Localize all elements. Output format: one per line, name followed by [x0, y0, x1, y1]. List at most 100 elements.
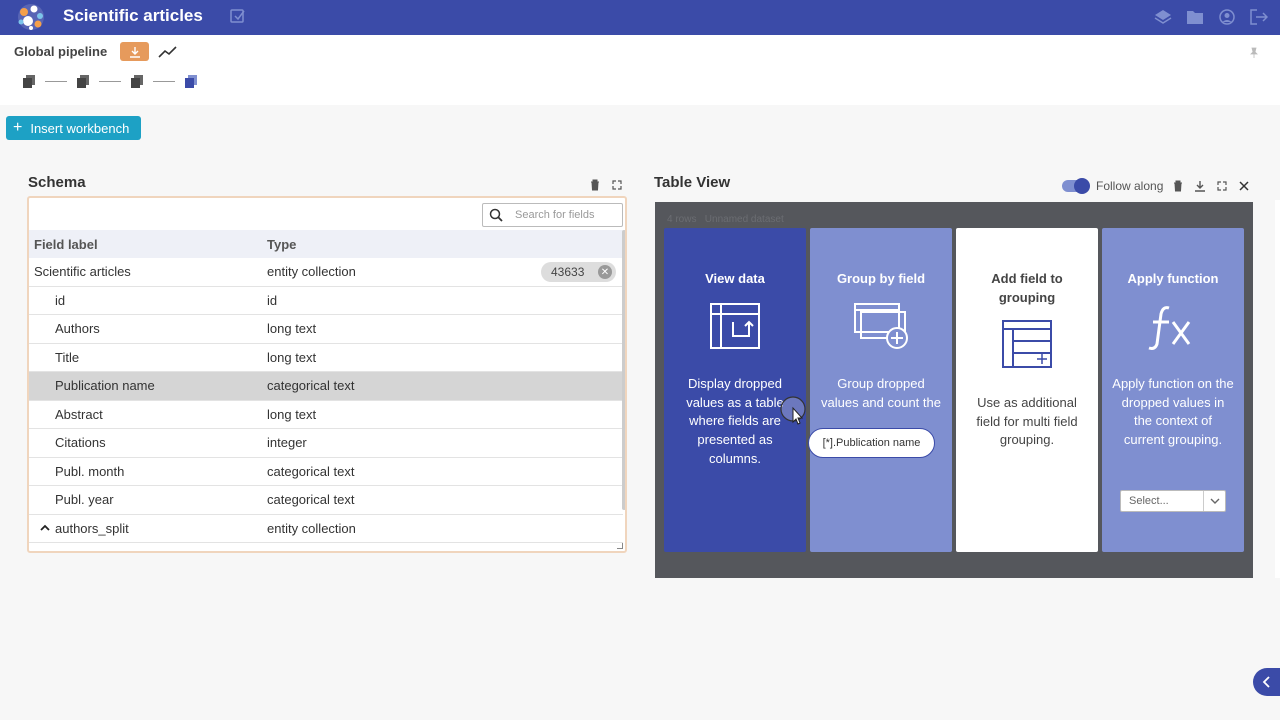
table-row[interactable]: Abstract long text — [29, 401, 623, 429]
fullscreen-icon[interactable] — [610, 178, 624, 192]
table-row[interactable]: id id — [29, 287, 623, 315]
field-type: entity collection — [267, 520, 356, 536]
record-count: 43633 — [551, 265, 585, 279]
pipeline-step-3[interactable] — [128, 72, 146, 90]
edit-title-icon[interactable] — [229, 7, 247, 25]
copy-icon — [23, 74, 35, 88]
card-description: Apply function on the dropped values in … — [1112, 376, 1234, 448]
field-search[interactable] — [482, 203, 623, 227]
field-type: entity collection — [267, 264, 356, 280]
logout-icon[interactable] — [1248, 6, 1270, 28]
field-label: Scientific articles — [34, 264, 131, 280]
column-header-field-label[interactable]: Field label — [34, 237, 98, 252]
table-row[interactable]: Publ. month categorical text — [29, 458, 623, 486]
drop-target-view-data[interactable]: View data Display dropped values as a ta… — [664, 228, 806, 552]
delete-icon[interactable] — [1171, 179, 1185, 193]
chevron-down-icon — [1203, 491, 1225, 511]
card-title: Add field to grouping — [991, 271, 1063, 305]
card-title: Apply function — [1127, 271, 1219, 286]
table-row-selected[interactable]: Publication name categorical text — [29, 372, 623, 401]
follow-along-toggle[interactable] — [1062, 178, 1090, 194]
field-label: Publ. year — [55, 492, 114, 508]
pipeline-connector — [45, 80, 67, 82]
table-view-drop-area: 4 rows Unnamed dataset View data Display… — [655, 202, 1253, 578]
field-label: authors_split — [55, 520, 129, 536]
pipeline-connector — [99, 80, 121, 82]
table-view-title: Table View — [654, 174, 731, 191]
close-icon[interactable]: ✕ — [598, 265, 612, 279]
field-label: Abstract — [55, 406, 103, 422]
dataset-meta: 4 rows Unnamed dataset — [667, 214, 784, 225]
drop-target-apply-function[interactable]: Apply function Apply function on the dro… — [1102, 228, 1244, 552]
copy-icon — [131, 74, 143, 88]
field-label: id — [55, 292, 66, 308]
group-add-icon — [854, 303, 908, 349]
pin-icon[interactable] — [1248, 47, 1260, 59]
column-header-type[interactable]: Type — [267, 237, 296, 252]
field-type: categorical text — [267, 463, 355, 479]
function-icon — [1148, 306, 1191, 350]
field-label: Publication name — [55, 378, 155, 394]
dataset-name: Unnamed dataset — [704, 214, 784, 225]
schema-rows: Scientific articles entity collection 43… — [29, 258, 623, 543]
table-add-icon — [1002, 320, 1052, 368]
function-select[interactable]: Select... — [1120, 490, 1226, 512]
record-count-badge: 43633 ✕ — [541, 262, 616, 282]
scrollbar[interactable] — [622, 230, 625, 510]
close-icon[interactable] — [1237, 179, 1251, 193]
sidebar-toggle-button[interactable] — [1253, 668, 1280, 696]
field-label: Publ. month — [55, 463, 125, 479]
folder-icon[interactable] — [1184, 6, 1206, 28]
chevron-up-icon[interactable] — [39, 522, 51, 534]
trend-icon[interactable] — [158, 43, 178, 61]
table-row[interactable]: authors_split entity collection — [29, 515, 623, 543]
table-row[interactable]: Title long text — [29, 344, 623, 372]
fullscreen-icon[interactable] — [1215, 179, 1229, 193]
field-label: Citations — [55, 435, 106, 451]
pipeline-step-2[interactable] — [74, 72, 92, 90]
field-type: categorical text — [267, 378, 355, 394]
insert-workbench-button[interactable]: + Insert workbench — [6, 116, 141, 140]
copy-icon — [185, 74, 197, 88]
drop-target-add-field-to-grouping[interactable]: Add field to grouping Use as additional … — [956, 228, 1098, 552]
delete-icon[interactable] — [588, 178, 602, 192]
pipeline-download-button[interactable] — [120, 42, 149, 61]
download-icon[interactable] — [1193, 179, 1207, 193]
schema-title: Schema — [28, 174, 86, 191]
field-type: id — [267, 292, 278, 308]
search-input[interactable] — [515, 209, 615, 221]
card-description: Use as additional field for multi field … — [976, 395, 1078, 448]
field-label: Title — [55, 349, 80, 365]
resize-handle[interactable] — [617, 543, 623, 549]
pipeline-strip: Global pipeline — [0, 35, 1280, 105]
plus-icon: + — [13, 119, 23, 136]
function-select-value: Select... — [1129, 495, 1169, 507]
table-row[interactable]: Publ. year categorical text — [29, 486, 623, 515]
drop-target-group-by-field[interactable]: Group by field Group dropped values and … — [810, 228, 952, 552]
app-logo-icon[interactable] — [14, 2, 48, 32]
schema-panel: Field label Type Scientific articles ent… — [27, 196, 627, 553]
pipeline-connector — [153, 80, 175, 82]
top-bar: Scientific articles — [0, 0, 1280, 35]
field-type: long text — [267, 321, 317, 337]
account-icon[interactable] — [1216, 6, 1238, 28]
table-row[interactable]: Authors long text — [29, 315, 623, 344]
field-type: long text — [267, 349, 317, 365]
download-icon — [129, 46, 140, 58]
field-label: Authors — [55, 321, 100, 337]
table-row[interactable]: Scientific articles entity collection 43… — [29, 258, 623, 287]
field-type: long text — [267, 406, 317, 422]
field-type: categorical text — [267, 492, 355, 508]
dragged-field-chip[interactable]: [*].Publication name — [808, 428, 935, 458]
copy-icon — [77, 74, 89, 88]
table-row[interactable]: Citations integer — [29, 429, 623, 458]
layers-icon[interactable] — [1152, 6, 1174, 28]
pipeline-step-4-active[interactable] — [182, 72, 200, 90]
row-count: 4 rows — [667, 214, 697, 225]
search-icon — [489, 208, 503, 222]
insert-workbench-label: Insert workbench — [30, 120, 130, 136]
pipeline-label: Global pipeline — [14, 44, 108, 59]
pipeline-step-1[interactable] — [20, 72, 38, 90]
right-panel-edge — [1275, 200, 1280, 578]
app-title: Scientific articles — [63, 6, 203, 25]
